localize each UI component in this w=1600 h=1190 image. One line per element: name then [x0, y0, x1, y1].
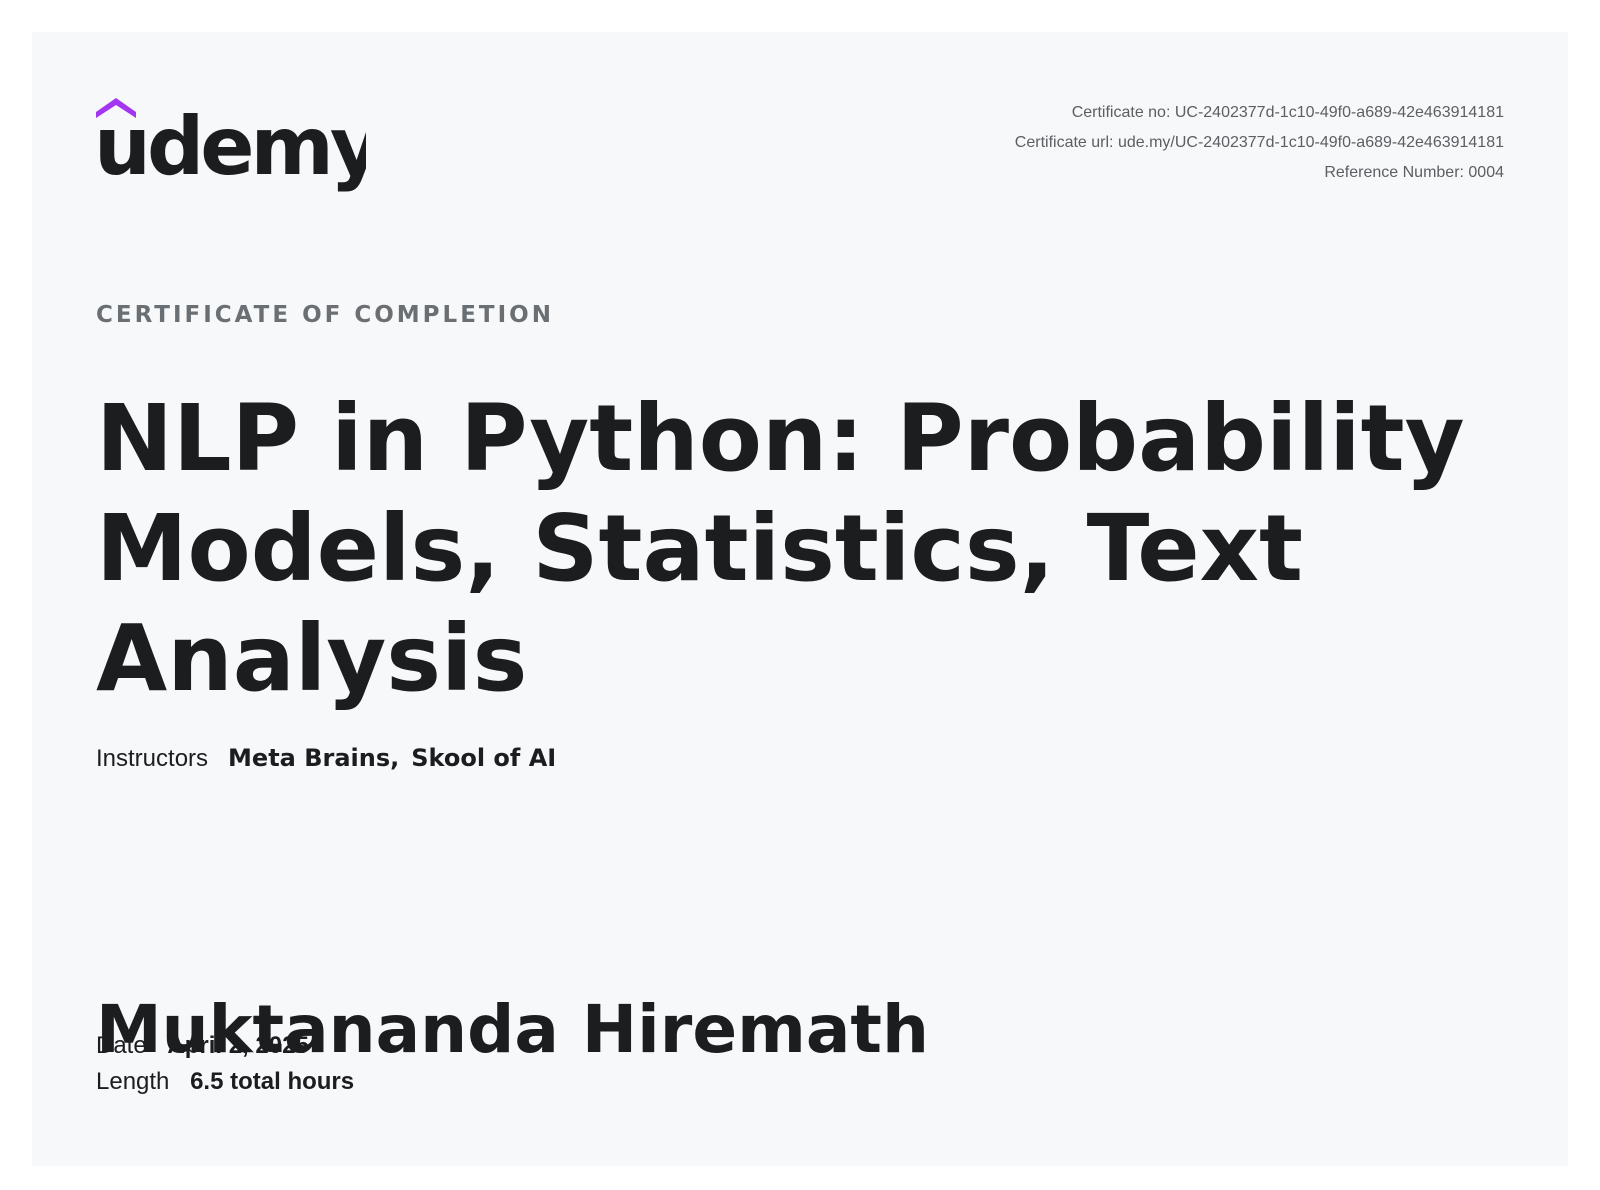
certificate-sheet: udemy Certificate no: UC-2402377d-1c10-4…: [32, 32, 1568, 1166]
certificate-meta: Certificate no: UC-2402377d-1c10-49f0-a6…: [1015, 98, 1504, 188]
instructors-line: Instructors Meta Brains, Skool of AI: [96, 744, 556, 773]
date-value: April 2, 2025: [167, 1032, 309, 1059]
instructors-label: Instructors: [96, 745, 209, 772]
svg-text:udemy: udemy: [96, 100, 366, 193]
course-title: NLP in Python: Probability Models, Stati…: [96, 385, 1465, 712]
date-row: Date April 2, 2025: [96, 1032, 309, 1060]
date-label: Date: [96, 1032, 147, 1059]
length-label: Length: [96, 1068, 170, 1095]
certificate-kicker: CERTIFICATE OF COMPLETION: [96, 302, 554, 328]
certificate-url: Certificate url: ude.my/UC-2402377d-1c10…: [1014, 134, 1504, 151]
instructor-name: Meta Brains,: [228, 744, 400, 772]
length-row: Length 6.5 total hours: [96, 1068, 354, 1096]
certificate-number: Certificate no: UC-2402377d-1c10-49f0-a6…: [1071, 104, 1504, 121]
length-value: 6.5 total hours: [190, 1068, 355, 1095]
instructor-name: Skool of AI: [411, 744, 557, 772]
udemy-logo: udemy: [96, 98, 366, 193]
reference-number: Reference Number: 0004: [1324, 164, 1504, 181]
